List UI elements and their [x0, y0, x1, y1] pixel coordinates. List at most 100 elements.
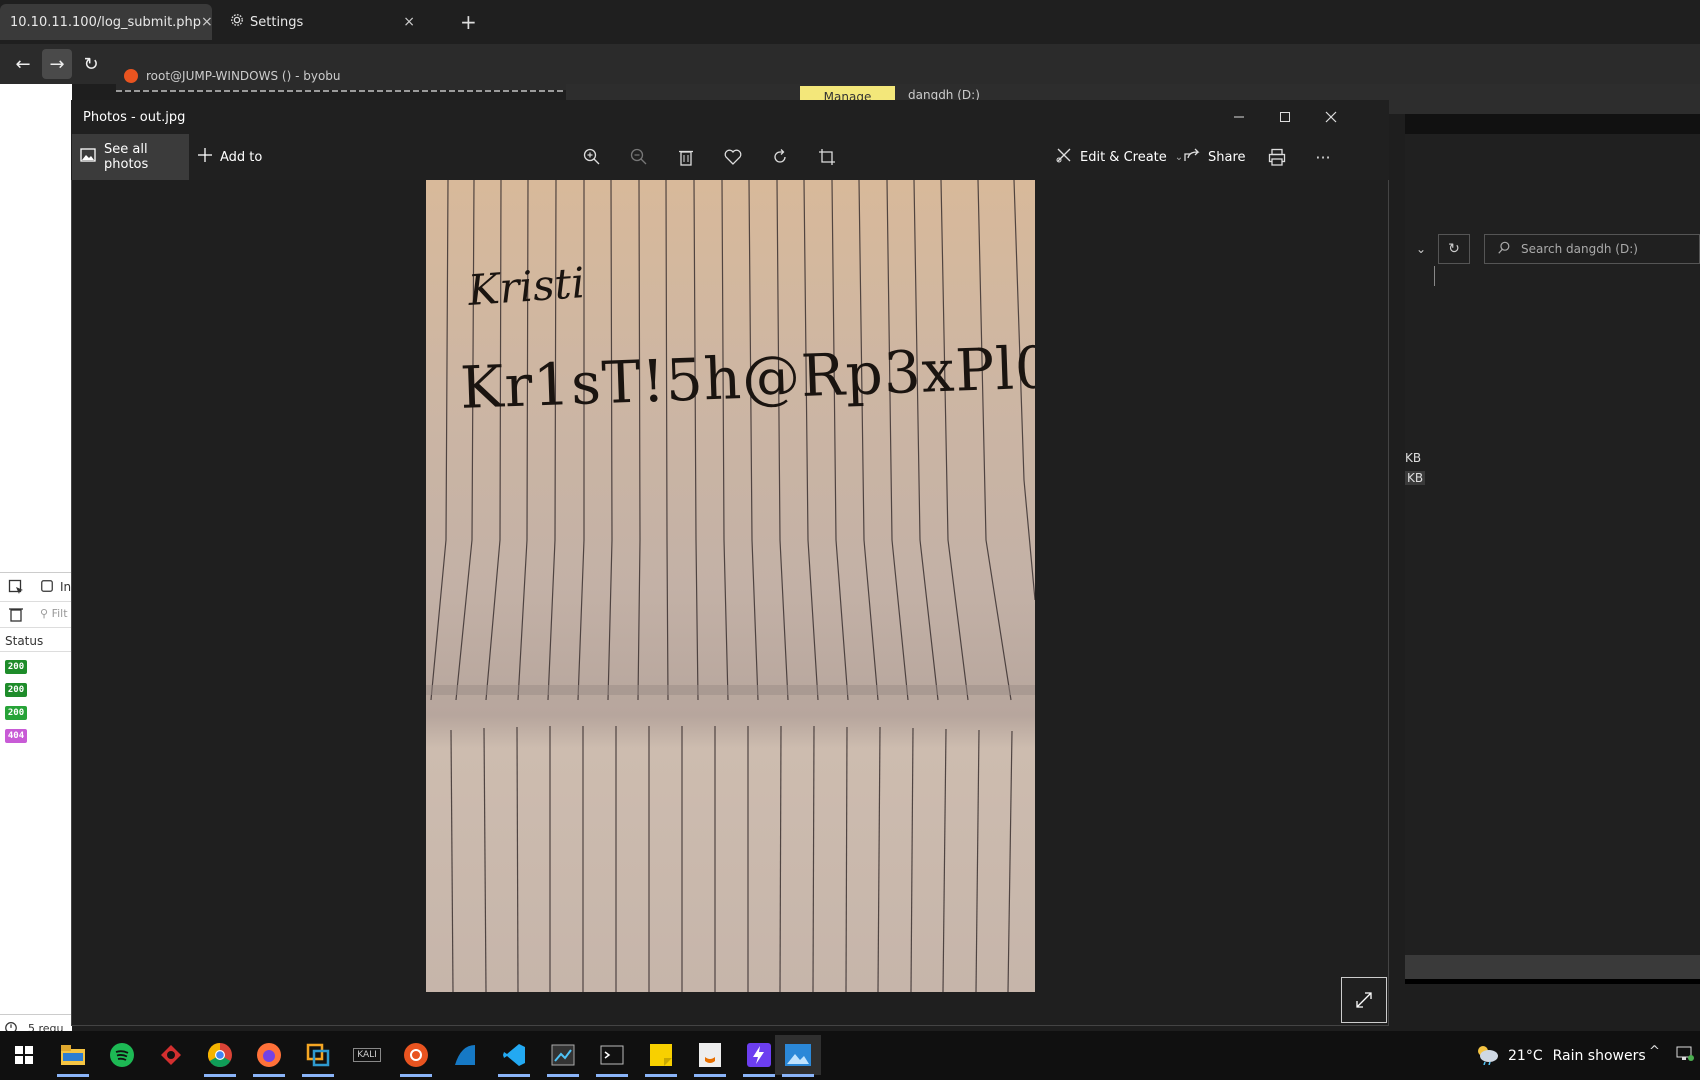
devtools-tab-hint[interactable]: In: [60, 580, 71, 594]
status-badge[interactable]: 200: [5, 683, 27, 697]
network-icon[interactable]: [1676, 1044, 1694, 1066]
explorer-divider: [1434, 266, 1435, 286]
java-icon[interactable]: [688, 1035, 732, 1075]
active-indicator: [253, 1074, 285, 1077]
kali-label: KALI: [353, 1048, 381, 1062]
delete-icon[interactable]: [671, 143, 701, 171]
start-icon[interactable]: [2, 1035, 46, 1075]
add-to-button[interactable]: Add to: [198, 134, 262, 180]
tab-label: 10.10.11.100/log_submit.php: [10, 14, 202, 30]
refresh-icon[interactable]: ↻: [1438, 234, 1470, 264]
weather-icon: [1474, 1043, 1500, 1069]
edit-create-label: Edit & Create: [1080, 149, 1167, 165]
share-icon: [1184, 148, 1200, 166]
devtools-toolbar: In: [0, 572, 72, 602]
more-options-button[interactable]: ···: [1308, 143, 1338, 171]
chevron-down-icon[interactable]: ⌄: [1405, 234, 1437, 264]
garena-icon[interactable]: [149, 1035, 193, 1075]
zoom-out-icon[interactable]: [624, 143, 654, 171]
sticky-notes-icon[interactable]: [639, 1035, 683, 1075]
search-placeholder: Search dangdh (D:): [1521, 242, 1638, 256]
status-badge[interactable]: 200: [5, 706, 27, 720]
reload-icon[interactable]: ↻: [76, 49, 106, 79]
photos-icon: [80, 148, 96, 166]
active-indicator: [547, 1074, 579, 1077]
ubuntu-icon: [124, 69, 138, 83]
handwritten-name: Kristi: [466, 257, 587, 316]
heart-icon[interactable]: [718, 143, 748, 171]
chevron-up-icon[interactable]: ^: [1649, 1044, 1660, 1059]
maximize-icon[interactable]: [1262, 100, 1308, 134]
active-indicator: [596, 1074, 628, 1077]
back-icon[interactable]: ←: [8, 49, 38, 79]
fullscreen-icon[interactable]: [1341, 977, 1387, 1023]
minimize-icon[interactable]: [1216, 100, 1262, 134]
forward-icon[interactable]: →: [42, 49, 72, 79]
zoom-in-icon[interactable]: [577, 143, 607, 171]
active-indicator: [498, 1074, 530, 1077]
new-tab-button[interactable]: +: [460, 10, 477, 34]
filter-placeholder: Filt: [51, 607, 68, 620]
tab-settings[interactable]: Settings ×: [220, 4, 425, 40]
filter-input[interactable]: ⚲ Filt: [40, 607, 68, 620]
active-indicator: [302, 1074, 334, 1077]
chrome-icon[interactable]: [198, 1035, 242, 1075]
chevron-down-icon: ⌄: [1174, 151, 1184, 163]
status-column-header[interactable]: Status: [0, 628, 72, 652]
wireshark-icon[interactable]: [443, 1035, 487, 1075]
trash-icon[interactable]: [9, 606, 23, 626]
search-icon: [1497, 241, 1511, 258]
snipping-tool-icon[interactable]: [541, 1035, 585, 1075]
photos-titlebar[interactable]: Photos - out.jpg: [71, 100, 1389, 134]
photos-app-icon[interactable]: [775, 1035, 821, 1075]
tab-close-icon[interactable]: ×: [201, 14, 213, 30]
window-title: Photos - out.jpg: [83, 109, 186, 125]
status-badge[interactable]: 200: [5, 660, 27, 674]
weather-widget[interactable]: 21°C Rain showers: [1474, 1031, 1646, 1080]
terminal-icon[interactable]: [590, 1035, 634, 1075]
file-size: KB: [1405, 471, 1426, 485]
devtools-panel: [0, 84, 72, 1042]
weather-temp: 21°C: [1508, 1047, 1543, 1064]
explorer-bottom-edge: [1405, 979, 1700, 984]
ubuntu-app-icon[interactable]: [394, 1035, 438, 1075]
active-indicator: [694, 1074, 726, 1077]
active-indicator: [743, 1074, 775, 1077]
inspect-icon[interactable]: [8, 579, 24, 599]
photo-image[interactable]: Kristi Kr1sT!5h@Rp3xPl0r3!: [426, 180, 1035, 992]
status-badge[interactable]: 404: [5, 729, 27, 743]
responsive-icon[interactable]: [40, 579, 54, 597]
firefox-icon[interactable]: [247, 1035, 291, 1075]
explorer-search-input[interactable]: Search dangdh (D:): [1484, 234, 1700, 264]
vscode-icon[interactable]: [492, 1035, 536, 1075]
kali-icon[interactable]: KALI: [345, 1035, 389, 1075]
active-indicator: [204, 1074, 236, 1077]
explorer-header-strip: [1405, 114, 1700, 134]
rotate-icon[interactable]: [765, 143, 795, 171]
weather-desc: Rain showers: [1552, 1047, 1646, 1064]
active-indicator: [645, 1074, 677, 1077]
see-all-label: See all photos: [104, 142, 149, 172]
devtools-filterbar: ⚲ Filt: [0, 602, 72, 628]
active-indicator: [400, 1074, 432, 1077]
close-icon[interactable]: [1308, 100, 1354, 134]
print-icon[interactable]: [1262, 143, 1292, 171]
vmware-icon[interactable]: [296, 1035, 340, 1075]
terminal-divider: [116, 90, 566, 92]
tab-label: Settings: [250, 14, 304, 30]
tab-close-icon[interactable]: ×: [403, 14, 415, 30]
file-explorer-icon[interactable]: [51, 1035, 95, 1075]
gear-icon: [230, 13, 244, 31]
plus-icon: [198, 148, 212, 166]
explorer-statusbar: [1405, 955, 1700, 979]
tab-log-submit[interactable]: 10.10.11.100/log_submit.php ×: [0, 4, 213, 40]
edit-create-button[interactable]: Edit & Create ⌄: [1056, 134, 1183, 180]
crop-icon[interactable]: [812, 143, 842, 171]
edit-icon: [1056, 147, 1072, 167]
active-indicator: [782, 1074, 814, 1077]
add-to-label: Add to: [220, 149, 263, 165]
share-button[interactable]: Share: [1184, 134, 1246, 180]
spotify-icon[interactable]: [100, 1035, 144, 1075]
share-label: Share: [1208, 149, 1246, 165]
see-all-photos-button[interactable]: See all photos: [72, 134, 189, 180]
